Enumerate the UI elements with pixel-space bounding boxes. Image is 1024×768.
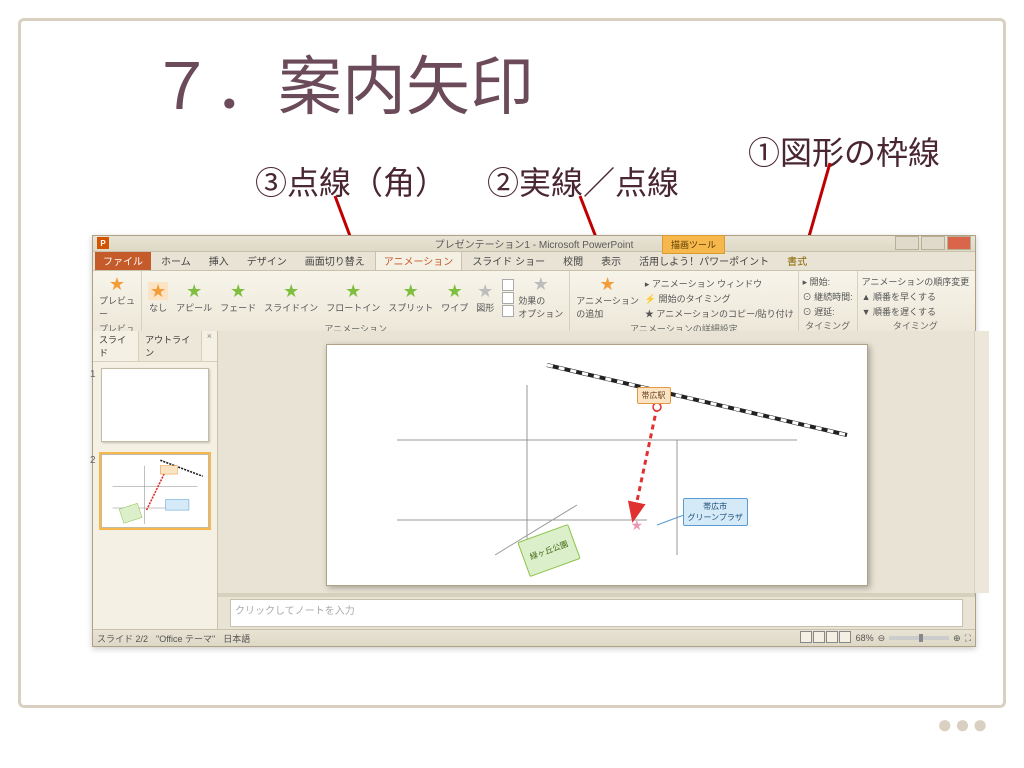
tab-insert[interactable]: 挿入 — [201, 251, 237, 270]
tab-slideshow[interactable]: スライド ショー — [464, 251, 553, 270]
tab-transitions[interactable]: 画面切り替え — [297, 251, 373, 270]
tab-animations[interactable]: アニメーション — [375, 250, 463, 270]
status-language[interactable]: 日本語 — [223, 632, 250, 645]
view-switcher[interactable] — [800, 631, 852, 645]
star-icon[interactable]: ★ — [631, 517, 644, 534]
anim-fade[interactable]: ★フェード — [218, 280, 258, 316]
callout-1: ①図形の枠線 — [748, 128, 940, 174]
sidetab-outline[interactable]: アウトライン — [139, 331, 202, 361]
titlebar: P プレゼンテーション1 - Microsoft PowerPoint 描画ツー… — [93, 236, 975, 252]
anim-none[interactable]: ★なし — [146, 280, 170, 316]
slide-title: ７．案内矢印 — [150, 36, 534, 128]
callout-3: ③点線（角） — [255, 158, 447, 204]
tab-home[interactable]: ホーム — [153, 251, 199, 270]
anim-appear[interactable]: ★アピール — [174, 280, 214, 316]
zoom-slider[interactable] — [889, 636, 949, 640]
tab-view[interactable]: 表示 — [593, 251, 629, 270]
zoom-out-button[interactable]: ⊖ — [878, 633, 886, 644]
move-earlier-button[interactable]: ▲ 順番を早くする — [862, 290, 970, 303]
anim-shape[interactable]: ★図形 — [474, 280, 496, 316]
status-theme: "Office テーマ" — [156, 632, 215, 645]
vertical-scrollbar[interactable] — [974, 331, 989, 593]
powerpoint-window: P プレゼンテーション1 - Microsoft PowerPoint 描画ツー… — [92, 235, 976, 647]
ribbon: ★ プレビュー プレビュー ★なし ★アピール ★フェード ★スライドイン ★フ… — [93, 271, 975, 334]
notes-input[interactable]: クリックしてノートを入力 — [230, 599, 963, 627]
minimize-button[interactable] — [895, 236, 919, 250]
notes-splitter[interactable] — [218, 593, 975, 597]
reorder-label: アニメーションの順序変更 — [862, 275, 970, 288]
callout-2: ②実線／点線 — [487, 158, 679, 204]
slide-canvas[interactable]: 帯広駅 帯広市 グリーンプラザ 緑ヶ丘公園 ★ — [326, 344, 868, 586]
timing-delay[interactable]: ⊙ 遅延: — [803, 305, 853, 318]
animation-pane-button[interactable]: ▸ アニメーション ウィンドウ — [645, 277, 794, 290]
decorative-dots: ●●● — [937, 709, 990, 740]
move-later-button[interactable]: ▼ 順番を遅くする — [862, 305, 970, 318]
fit-window-button[interactable]: ⛶ — [965, 633, 971, 644]
effect-options-button[interactable]: ★効果の オプション — [516, 273, 565, 322]
anim-slidein[interactable]: ★スライドイン — [262, 280, 320, 316]
tab-review[interactable]: 校閲 — [555, 251, 591, 270]
thumbnail-2[interactable]: 2 — [101, 454, 209, 528]
timing-duration[interactable]: ⊙ 継続時間: — [803, 290, 853, 303]
workspace: スライド アウトライン × 1 2 — [93, 331, 975, 630]
tab-design[interactable]: デザイン — [239, 251, 295, 270]
close-button[interactable] — [947, 236, 971, 250]
sidetab-slides[interactable]: スライド — [93, 331, 139, 361]
tab-file[interactable]: ファイル — [95, 251, 151, 270]
anim-split[interactable]: ★スプリット — [386, 280, 435, 316]
slide-panel: スライド アウトライン × 1 2 — [93, 331, 218, 630]
zoom-in-button[interactable]: ⊕ — [953, 633, 961, 644]
anim-wipe[interactable]: ★ワイプ — [439, 280, 470, 316]
thumbnail-1[interactable]: 1 — [101, 368, 209, 442]
gallery-more-icon[interactable] — [502, 305, 514, 317]
map-label-plaza[interactable]: 帯広市 グリーンプラザ — [683, 498, 748, 526]
powerpoint-icon: P — [97, 237, 109, 249]
anim-floatin[interactable]: ★フロートイン — [324, 280, 382, 316]
timing-start[interactable]: ▸ 開始: — [803, 275, 853, 288]
contextual-tool-badge: 描画ツール — [662, 235, 725, 254]
zoom-percent[interactable]: 68% — [856, 633, 874, 643]
map-label-station[interactable]: 帯広駅 — [637, 387, 671, 404]
window-title: プレゼンテーション1 - Microsoft PowerPoint — [435, 236, 634, 251]
statusbar: スライド 2/2 "Office テーマ" 日本語 68% ⊖ ⊕ ⛶ — [93, 629, 975, 646]
gallery-up-icon[interactable] — [502, 279, 514, 291]
tab-format[interactable]: 書式 — [779, 251, 815, 270]
preview-button[interactable]: ★ プレビュー — [97, 273, 137, 322]
trigger-button[interactable]: ⚡ 開始のタイミング — [645, 292, 794, 305]
maximize-button[interactable] — [921, 236, 945, 250]
animation-painter-button[interactable]: ★ アニメーションのコピー/貼り付け — [645, 307, 794, 320]
gallery-down-icon[interactable] — [502, 292, 514, 304]
ribbon-tabs: ファイル ホーム 挿入 デザイン 画面切り替え アニメーション スライド ショー… — [93, 252, 975, 271]
panel-close-button[interactable]: × — [202, 331, 217, 361]
add-animation-button[interactable]: ★アニメーション の追加 — [574, 273, 641, 322]
status-slide-number: スライド 2/2 — [97, 632, 148, 645]
window-controls[interactable] — [895, 236, 971, 250]
